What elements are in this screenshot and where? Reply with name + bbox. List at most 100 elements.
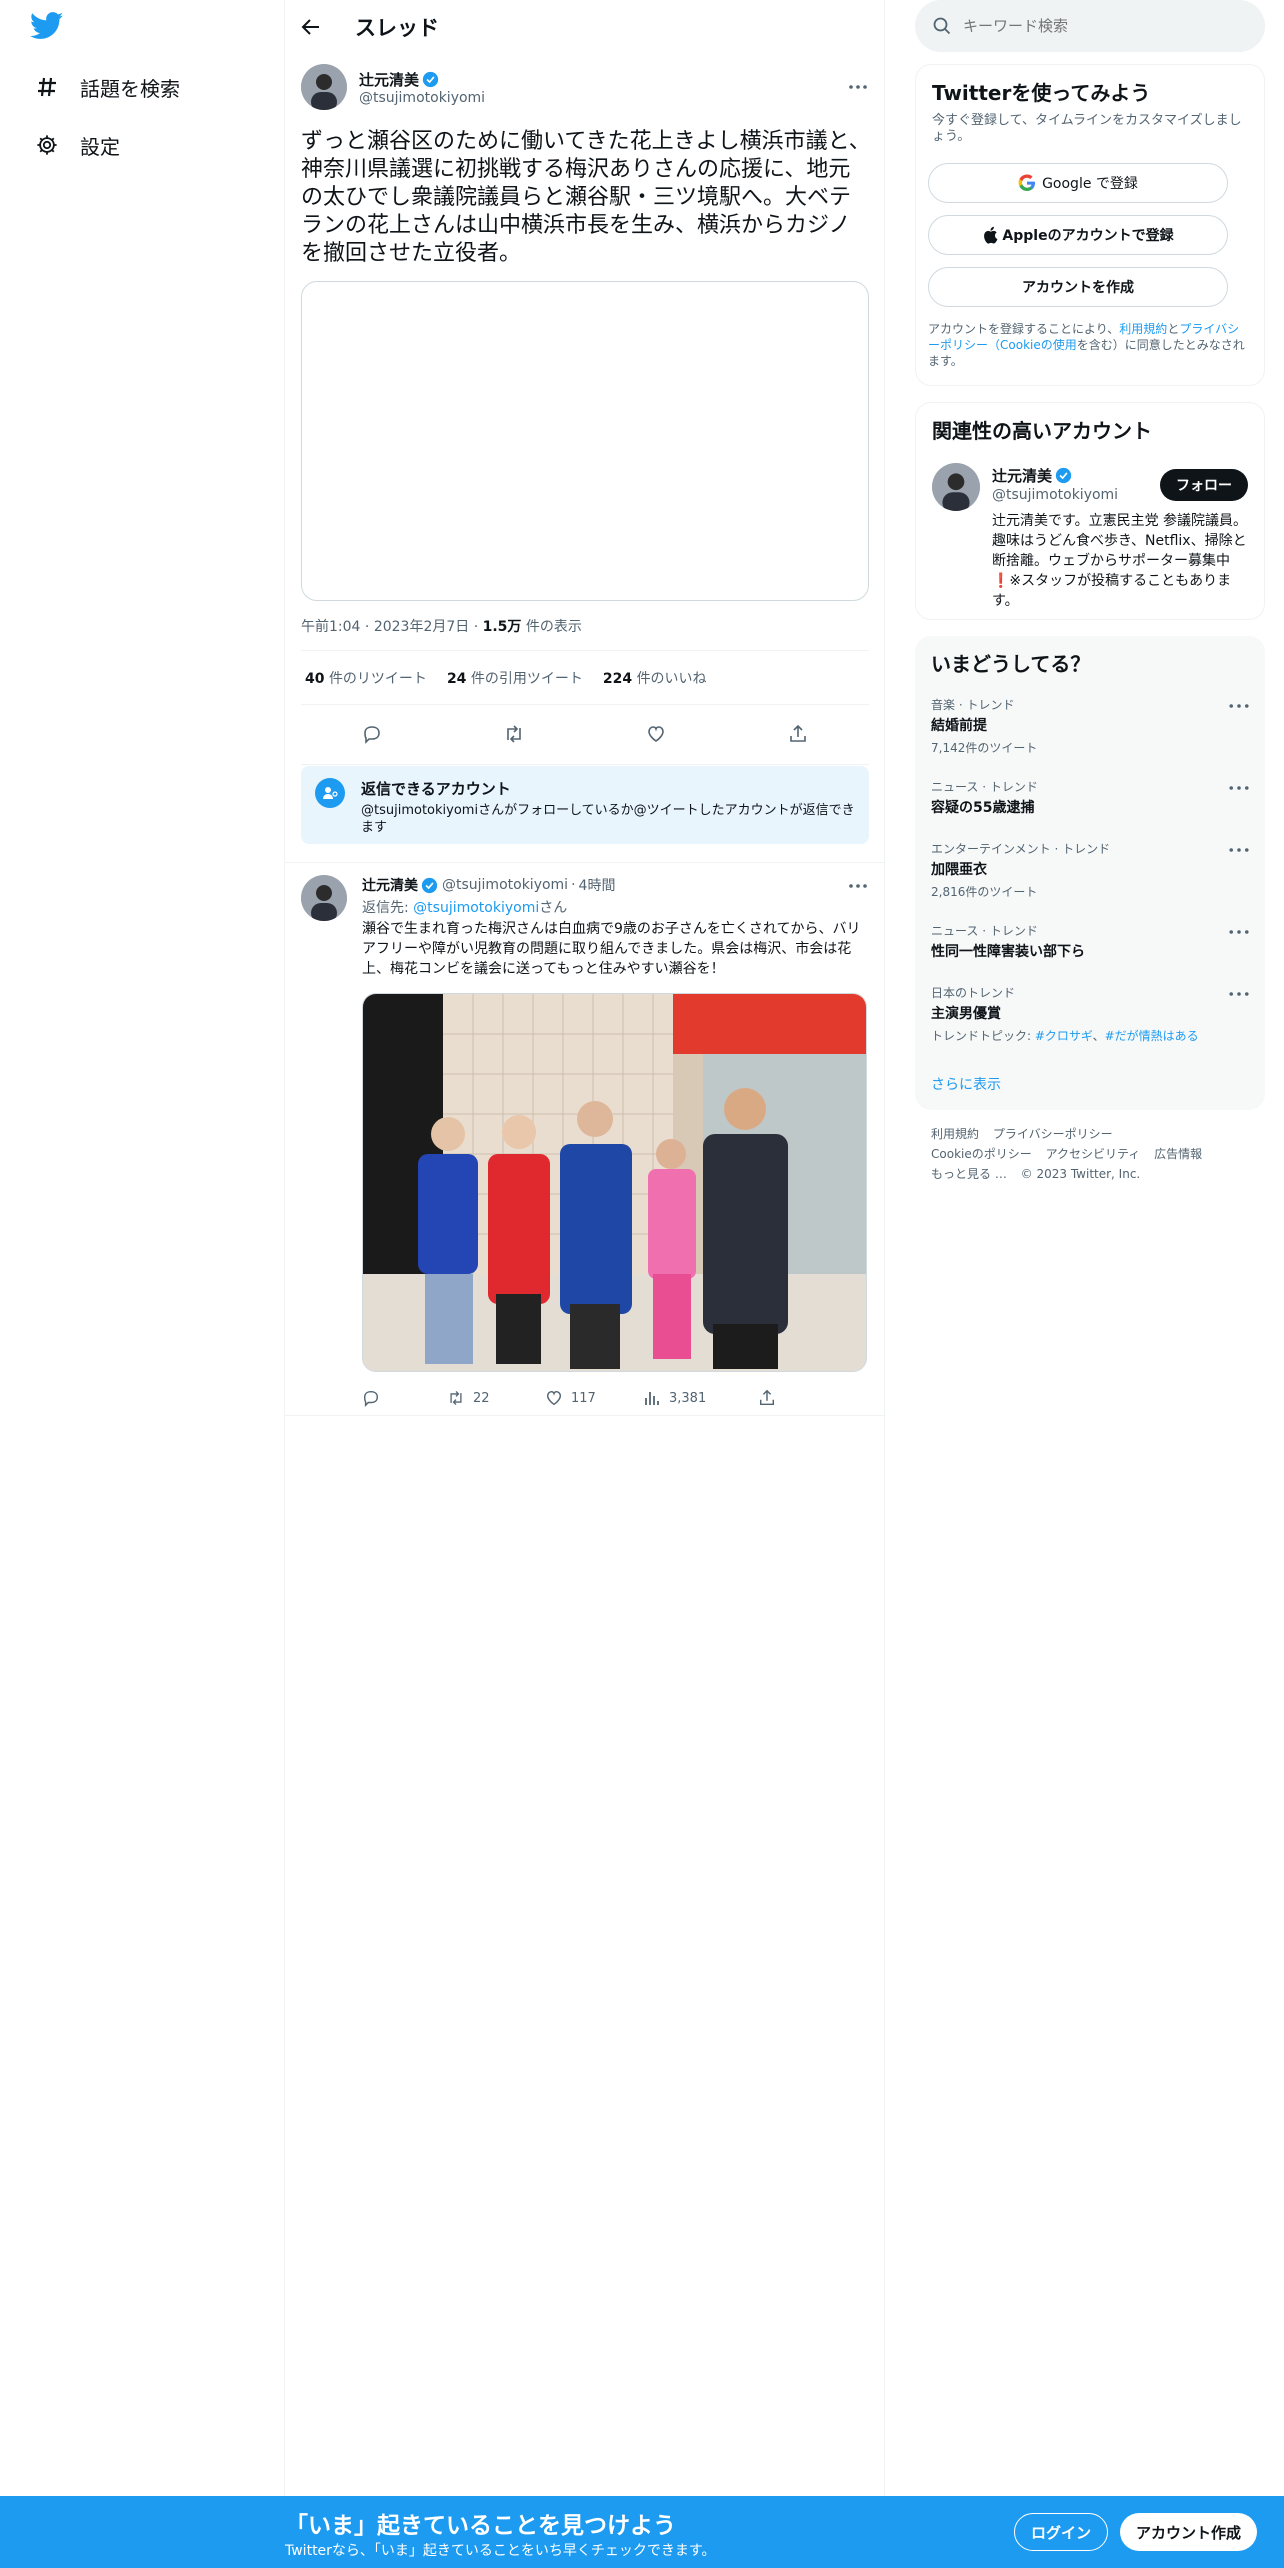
signup-button[interactable]: アカウント作成 xyxy=(1120,2513,1258,2551)
follow-button[interactable]: フォロー xyxy=(1160,469,1248,501)
main-tweet: 辻元清美 @tsujimotokiyomi ずっと瀬谷区のために働いてきた花上き… xyxy=(301,64,871,765)
more-options-icon[interactable] xyxy=(1229,696,1249,716)
retweet-count: 22 xyxy=(473,1390,490,1406)
author-name[interactable]: 辻元清美 xyxy=(362,875,418,895)
more-options-icon[interactable] xyxy=(847,76,869,98)
tweet-time[interactable]: 4時間 xyxy=(579,875,616,895)
avatar[interactable] xyxy=(301,875,347,921)
reply-button[interactable] xyxy=(362,1389,447,1407)
nav-settings[interactable]: 設定 xyxy=(34,125,120,165)
replying-to: 返信先: @tsujimotokiyomiさん xyxy=(362,900,568,916)
like-count[interactable]: 224 件のいいね xyxy=(603,668,707,688)
terms-link[interactable]: 利用規約 xyxy=(1119,322,1167,336)
apple-signup-label: Appleのアカウントで登録 xyxy=(1002,228,1174,244)
retweet-icon[interactable] xyxy=(503,723,525,745)
nav-explore[interactable]: 話題を検索 xyxy=(34,67,180,107)
like-button[interactable]: 117 xyxy=(545,1389,643,1407)
trends-title: いまどうしてる？ xyxy=(931,652,1091,676)
search-icon xyxy=(933,17,951,35)
hashtag-icon xyxy=(34,74,60,100)
footer-links: 利用規約 プライバシーポリシー Cookieのポリシー アクセシビリティ 広告情… xyxy=(931,1124,1251,1184)
related-name[interactable]: 辻元清美 xyxy=(992,465,1052,486)
author-handle[interactable]: @tsujimotokiyomi xyxy=(359,90,485,106)
footer-link[interactable]: 広告情報 xyxy=(1154,1147,1202,1161)
share-icon[interactable] xyxy=(787,723,809,745)
avatar[interactable] xyxy=(301,64,347,110)
tweet-timestamp: 午前1:04 · 2023年2月7日 · 1.5万 件の表示 xyxy=(301,619,582,635)
banner-subtitle: Twitterなら、「いま」起きていることをいち早くチェックできます。 xyxy=(285,2543,716,2559)
like-icon xyxy=(546,1390,562,1406)
signup-terms: アカウントを登録することにより、利用規約とプライバシーポリシー（Cookieの使… xyxy=(928,322,1245,368)
tweet-actions xyxy=(301,712,869,756)
more-options-icon[interactable] xyxy=(1229,840,1249,860)
reply-notice-title: 返信できるアカウント xyxy=(361,780,511,798)
views-button[interactable]: 3,381 xyxy=(643,1389,758,1407)
retweet-button[interactable]: 22 xyxy=(447,1389,545,1407)
reply-notice-desc: @tsujimotokiyomiさんがフォローしているか@ツイートしたアカウント… xyxy=(361,803,855,835)
divider xyxy=(301,764,869,765)
footer-link[interactable]: もっと見る … xyxy=(931,1167,1007,1181)
trend-item[interactable]: エンターテインメント · トレンド 加隈亜衣 2,816件のツイート xyxy=(931,840,1249,900)
search-input[interactable] xyxy=(963,17,1253,35)
tweet-author: 辻元清美 @tsujimotokiyomi xyxy=(301,64,869,110)
footer-link[interactable]: アクセシビリティ xyxy=(1046,1147,1141,1161)
apple-icon xyxy=(984,226,998,244)
search-bar[interactable] xyxy=(915,0,1265,52)
tweet-photo[interactable] xyxy=(362,993,867,1372)
verified-badge-icon xyxy=(422,71,439,87)
more-options-icon[interactable] xyxy=(1229,778,1249,798)
tweet-text: ずっと瀬谷区のために働いてきた花上きよし横浜市議と、神奈川県議選に初挑戦する梅沢… xyxy=(301,129,871,266)
signup-subtitle: 今すぐ登録して、タイムラインをカスタマイズしましょう。 xyxy=(932,113,1242,144)
trend-item[interactable]: 日本のトレンド 主演男優賞 トレンドトピック: #クロサギ、#だが情熱はある xyxy=(931,984,1249,1044)
more-options-icon[interactable] xyxy=(847,875,869,897)
apple-signup-button[interactable]: Appleのアカウントで登録 xyxy=(928,215,1228,255)
back-arrow-icon[interactable] xyxy=(301,17,321,37)
reply-tweet[interactable]: 辻元清美 @tsujimotokiyomi · 4時間 返信先: @tsujim… xyxy=(285,862,885,1416)
reply-icon xyxy=(363,1390,379,1407)
reply-icon[interactable] xyxy=(361,723,383,745)
more-options-icon[interactable] xyxy=(1229,922,1249,942)
footer-link[interactable]: Cookieのポリシー xyxy=(931,1147,1032,1161)
views-count: 3,381 xyxy=(669,1390,707,1406)
author-handle[interactable]: @tsujimotokiyomi xyxy=(442,877,568,893)
nav-explore-label: 話題を検索 xyxy=(80,76,180,101)
copyright: © 2023 Twitter, Inc. xyxy=(1020,1167,1141,1181)
tweet-media-placeholder[interactable] xyxy=(301,281,869,601)
analytics-icon xyxy=(645,1392,659,1405)
show-more-link[interactable]: さらに表示 xyxy=(931,1074,1001,1094)
create-account-button[interactable]: アカウントを作成 xyxy=(928,267,1228,307)
tweet-actions: 22 117 3,381 xyxy=(362,1383,802,1413)
google-signup-button[interactable]: Google で登録 xyxy=(928,163,1228,203)
like-icon[interactable] xyxy=(645,723,667,745)
trend-item[interactable]: 音楽 · トレンド 結婚前提 7,142件のツイート xyxy=(931,696,1249,756)
retweet-count[interactable]: 40 件のリツイート xyxy=(305,668,427,688)
replying-to-link[interactable]: @tsujimotokiyomi xyxy=(413,900,539,916)
share-button[interactable] xyxy=(758,1389,776,1407)
footer-link[interactable]: プライバシーポリシー xyxy=(993,1127,1113,1141)
more-options-icon[interactable] xyxy=(1229,984,1249,1004)
related-accounts-card: 関連性の高いアカウント 辻元清美 @tsujimotokiyomi フォロー 辻… xyxy=(915,402,1265,620)
related-handle[interactable]: @tsujimotokiyomi xyxy=(992,487,1118,503)
thread-header: スレッド xyxy=(285,0,885,54)
related-title: 関連性の高いアカウント xyxy=(932,419,1152,443)
verified-badge-icon xyxy=(1055,467,1072,484)
login-button[interactable]: ログイン xyxy=(1014,2513,1109,2551)
quote-count[interactable]: 24 件の引用ツイート xyxy=(447,668,583,688)
retweet-icon xyxy=(450,1390,462,1406)
banner-title: 「いま」起きていることを見つけよう xyxy=(285,2513,676,2539)
tweet-author: 辻元清美 @tsujimotokiyomi · 4時間 xyxy=(362,875,869,895)
nav-settings-label: 設定 xyxy=(80,134,120,159)
related-bio: 辻元清美です。立憲民主党 参議院議員。趣味はうどん食べ歩き、Netflix、掃除… xyxy=(992,513,1248,609)
author-name[interactable]: 辻元清美 xyxy=(359,69,419,90)
footer-link[interactable]: 利用規約 xyxy=(931,1127,979,1141)
twitter-bird-icon[interactable] xyxy=(29,12,70,46)
trend-topic-link[interactable]: #だが情熱はある xyxy=(1105,1029,1199,1043)
trends-card: いまどうしてる？ 音楽 · トレンド 結婚前提 7,142件のツイート ニュース… xyxy=(915,636,1265,1110)
trend-topic-link[interactable]: #クロサギ xyxy=(1035,1029,1093,1043)
divider xyxy=(301,650,869,651)
main-column: スレッド 辻元清美 @tsujimotokiyomi ずっと瀬谷区のために働いて… xyxy=(285,0,885,2500)
trend-item[interactable]: ニュース · トレンド 容疑の55歳逮捕 xyxy=(931,778,1249,817)
trend-item[interactable]: ニュース · トレンド 性同一性障害装い部下ら xyxy=(931,922,1249,961)
avatar[interactable] xyxy=(932,463,980,511)
page-title: スレッド xyxy=(355,16,439,40)
